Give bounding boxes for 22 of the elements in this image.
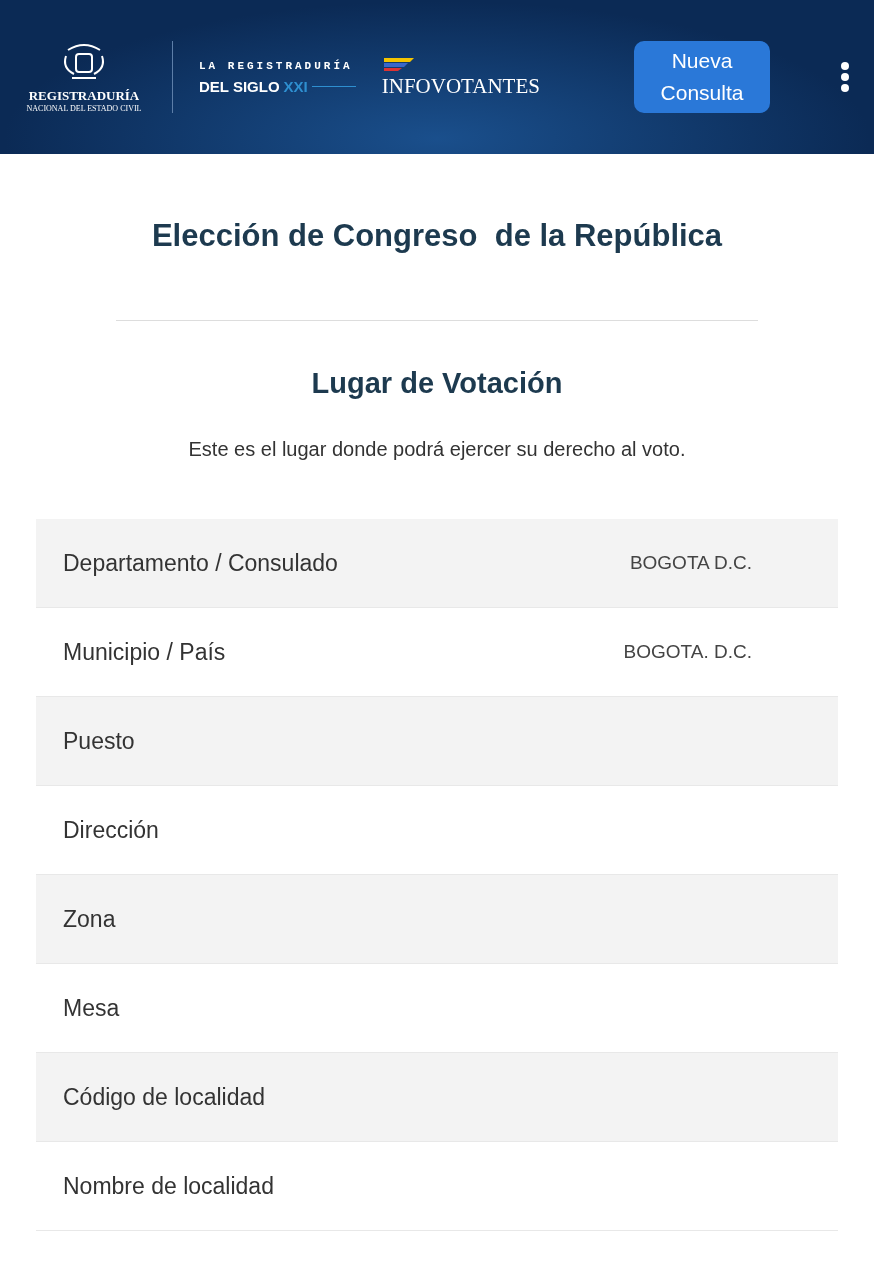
flag-icon [381,55,416,72]
row-label: Nombre de localidad [63,1172,274,1200]
slogan-text: LA REGISTRADURÍA [199,59,354,72]
row-value: BOGOTA. D.C. [623,641,752,663]
row-label: Departamento / Consulado [63,549,338,577]
row-label: Zona [63,905,116,933]
row-label: Mesa [63,994,120,1022]
logo-subtitle: NACIONAL DEL ESTADO CIVIL [26,103,142,113]
slogan-accent: XXI [283,77,308,95]
row-label: Municipio / País [63,638,226,666]
more-options-icon[interactable] [840,61,850,93]
row-label: Puesto [63,727,135,755]
description: Este es el lugar donde podrá ejercer su derecho al voto. [187,438,687,461]
new-query-button[interactable]: Nueva Consulta [634,41,770,113]
slogan-text: DEL SIGLO [199,77,280,95]
logo-title: REGISTRADURÍA [28,87,140,104]
row-value: BOGOTA D.C. [629,552,752,574]
app-name: INFOVOTANTES [381,73,540,99]
row-label: Código de localidad [63,1083,266,1111]
row-label: Dirección [63,816,159,844]
election-title: Elección de Congreso de la República [150,218,724,254]
section-title: Lugar de Votación [310,367,564,400]
